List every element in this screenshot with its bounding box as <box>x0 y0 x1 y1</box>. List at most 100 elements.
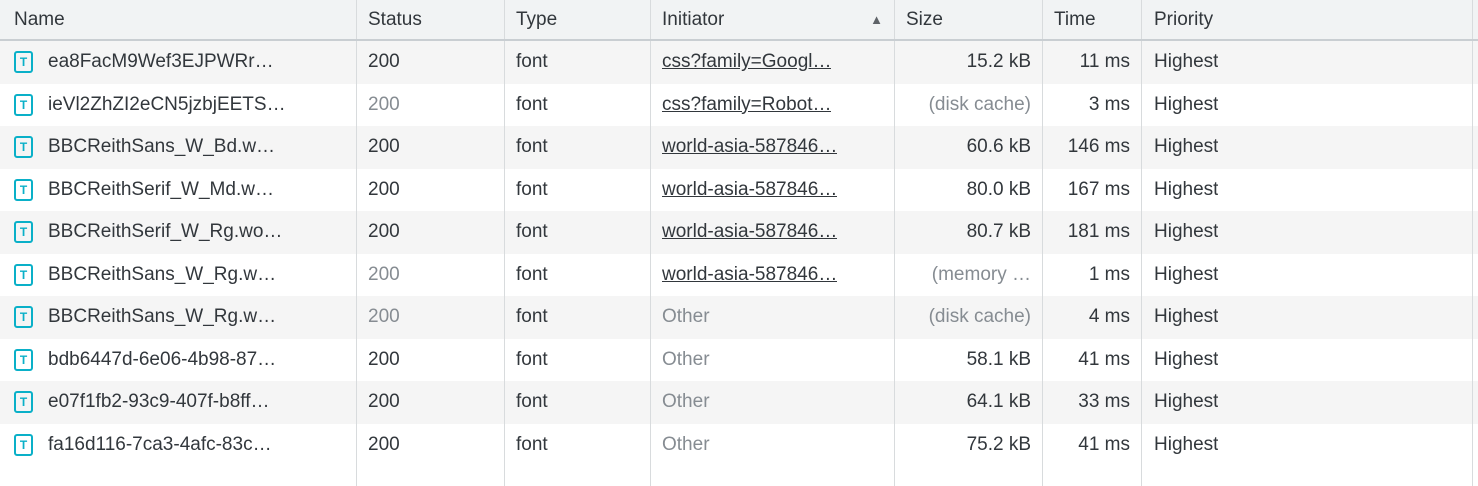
request-status-cell: 200 <box>357 381 505 424</box>
request-type-cell: font <box>505 339 651 382</box>
request-type-cell: font <box>505 424 651 467</box>
request-status: 200 <box>368 349 400 371</box>
column-header-size[interactable]: Size <box>895 0 1043 39</box>
column-header-type[interactable]: Type <box>505 0 651 39</box>
request-initiator-cell: Other <box>651 339 895 382</box>
request-initiator-link[interactable]: css?family=Robot… <box>662 94 831 116</box>
network-request-row[interactable]: T ieVl2ZhZI2eCN5jzbjEETS… 200 font css?f… <box>0 84 1478 127</box>
network-request-row[interactable]: T BBCReithSerif_W_Rg.wo… 200 font world-… <box>0 211 1478 254</box>
request-priority-cell: Highest <box>1142 381 1473 424</box>
request-size: 15.2 kB <box>967 51 1031 73</box>
network-request-row[interactable]: T e07f1fb2-93c9-407f-b8ff… 200 font Othe… <box>0 381 1478 424</box>
request-priority: Highest <box>1154 136 1218 158</box>
request-size: 80.0 kB <box>967 179 1031 201</box>
request-size-cell: 60.6 kB <box>895 126 1043 169</box>
network-request-row[interactable]: T BBCReithSans_W_Rg.w… 200 font world-as… <box>0 254 1478 297</box>
column-header-initiator-label: Initiator <box>662 9 724 31</box>
request-initiator-link[interactable]: world-asia-587846… <box>662 179 837 201</box>
request-name: BBCReithSans_W_Rg.w… <box>48 306 276 328</box>
font-resource-icon: T <box>14 264 33 286</box>
request-type-cell: font <box>505 211 651 254</box>
font-resource-icon: T <box>14 349 33 371</box>
request-priority: Highest <box>1154 434 1218 456</box>
request-time: 41 ms <box>1078 434 1130 456</box>
request-size: (memory … <box>932 264 1031 286</box>
font-resource-icon: T <box>14 391 33 413</box>
network-request-row[interactable]: T fa16d116-7ca3-4afc-83c… 200 font Other… <box>0 424 1478 467</box>
table-empty-area <box>0 466 1478 486</box>
request-priority-cell: Highest <box>1142 254 1473 297</box>
column-header-priority-label: Priority <box>1154 9 1213 31</box>
request-priority-cell: Highest <box>1142 424 1473 467</box>
request-name-cell: T fa16d116-7ca3-4afc-83c… <box>0 424 357 467</box>
font-resource-icon: T <box>14 179 33 201</box>
request-size-cell: 75.2 kB <box>895 424 1043 467</box>
request-name-cell: T e07f1fb2-93c9-407f-b8ff… <box>0 381 357 424</box>
column-header-time[interactable]: Time <box>1043 0 1142 39</box>
request-initiator-link[interactable]: world-asia-587846… <box>662 136 837 158</box>
network-request-row[interactable]: T bdb6447d-6e06-4b98-87… 200 font Other … <box>0 339 1478 382</box>
request-size-cell: 15.2 kB <box>895 41 1043 84</box>
column-header-name-label: Name <box>14 9 65 31</box>
request-priority-cell: Highest <box>1142 169 1473 212</box>
request-status: 200 <box>368 94 400 116</box>
font-resource-icon: T <box>14 434 33 456</box>
request-priority-cell: Highest <box>1142 41 1473 84</box>
network-table-body: T ea8FacM9Wef3EJPWRr… 200 font css?famil… <box>0 41 1478 466</box>
request-time-cell: 3 ms <box>1043 84 1142 127</box>
request-initiator: Other <box>662 434 710 456</box>
request-status-cell: 200 <box>357 211 505 254</box>
request-initiator-link[interactable]: world-asia-587846… <box>662 221 837 243</box>
request-status: 200 <box>368 136 400 158</box>
request-time-cell: 4 ms <box>1043 296 1142 339</box>
request-priority: Highest <box>1154 94 1218 116</box>
request-status-cell: 200 <box>357 339 505 382</box>
column-header-time-label: Time <box>1054 9 1096 31</box>
request-type-cell: font <box>505 126 651 169</box>
network-request-row[interactable]: T BBCReithSerif_W_Md.w… 200 font world-a… <box>0 169 1478 212</box>
request-name-cell: T ieVl2ZhZI2eCN5jzbjEETS… <box>0 84 357 127</box>
request-initiator-link[interactable]: css?family=Googl… <box>662 51 831 73</box>
request-name: fa16d116-7ca3-4afc-83c… <box>48 434 272 456</box>
request-name-cell: T BBCReithSerif_W_Md.w… <box>0 169 357 212</box>
request-initiator-link[interactable]: world-asia-587846… <box>662 264 837 286</box>
request-status-cell: 200 <box>357 424 505 467</box>
column-header-priority[interactable]: Priority <box>1142 0 1473 39</box>
column-header-initiator[interactable]: Initiator ▲ <box>651 0 895 39</box>
request-size-cell: 80.7 kB <box>895 211 1043 254</box>
request-size-cell: (disk cache) <box>895 296 1043 339</box>
request-status: 200 <box>368 306 400 328</box>
request-size: 75.2 kB <box>967 434 1031 456</box>
network-request-row[interactable]: T BBCReithSans_W_Bd.w… 200 font world-as… <box>0 126 1478 169</box>
request-status: 200 <box>368 391 400 413</box>
request-status-cell: 200 <box>357 126 505 169</box>
request-time: 1 ms <box>1089 264 1130 286</box>
request-name-cell: T BBCReithSans_W_Bd.w… <box>0 126 357 169</box>
request-priority-cell: Highest <box>1142 126 1473 169</box>
network-table-header: Name Status Type Initiator ▲ Size Time P… <box>0 0 1478 41</box>
request-initiator-cell: world-asia-587846… <box>651 254 895 297</box>
request-priority: Highest <box>1154 306 1218 328</box>
request-priority: Highest <box>1154 349 1218 371</box>
request-time: 11 ms <box>1080 51 1130 73</box>
request-size-cell: (memory … <box>895 254 1043 297</box>
column-header-status[interactable]: Status <box>357 0 505 39</box>
request-status-cell: 200 <box>357 169 505 212</box>
request-initiator-cell: world-asia-587846… <box>651 211 895 254</box>
request-time: 4 ms <box>1089 306 1130 328</box>
network-request-row[interactable]: T ea8FacM9Wef3EJPWRr… 200 font css?famil… <box>0 41 1478 84</box>
request-name: BBCReithSerif_W_Rg.wo… <box>48 221 282 243</box>
request-status-cell: 200 <box>357 254 505 297</box>
request-time-cell: 41 ms <box>1043 339 1142 382</box>
network-request-row[interactable]: T BBCReithSans_W_Rg.w… 200 font Other (d… <box>0 296 1478 339</box>
request-type-cell: font <box>505 254 651 297</box>
request-status: 200 <box>368 434 400 456</box>
column-header-name[interactable]: Name <box>0 0 357 39</box>
request-priority: Highest <box>1154 221 1218 243</box>
request-type: font <box>516 306 548 328</box>
request-time-cell: 181 ms <box>1043 211 1142 254</box>
request-initiator-cell: world-asia-587846… <box>651 169 895 212</box>
request-name: BBCReithSans_W_Bd.w… <box>48 136 275 158</box>
request-type-cell: font <box>505 84 651 127</box>
request-status: 200 <box>368 179 400 201</box>
